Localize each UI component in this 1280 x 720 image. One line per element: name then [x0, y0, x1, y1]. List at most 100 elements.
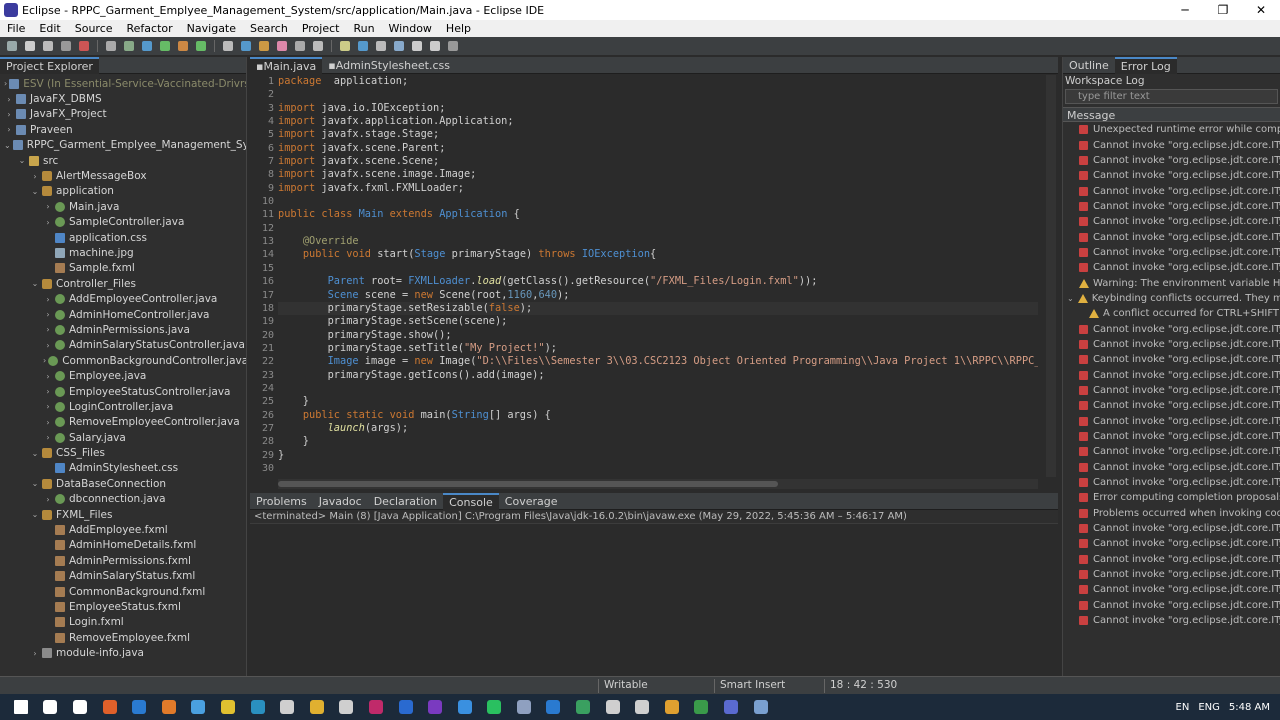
tree-item[interactable]: ⌄ Controller_Files [0, 276, 246, 291]
log-entry[interactable]: Cannot invoke "org.eclipse.jdt.core.ITyp [1063, 414, 1280, 429]
tree-item[interactable]: ⌄ DataBaseConnection [0, 476, 246, 491]
expand-arrow-icon[interactable]: › [43, 402, 53, 411]
code-line[interactable] [278, 88, 1038, 101]
log-entry[interactable]: Cannot invoke "org.eclipse.jdt.core.ITyp [1063, 153, 1280, 168]
whatsapp-icon[interactable] [487, 700, 502, 714]
menu-project[interactable]: Project [295, 22, 347, 35]
code-line[interactable]: public void start(Stage primaryStage) th… [278, 248, 1038, 261]
expand-arrow-icon[interactable]: › [43, 433, 53, 442]
code-line[interactable]: import javafx.scene.image.Image; [278, 168, 1038, 181]
toolbar-button-icon[interactable] [376, 41, 386, 51]
menu-search[interactable]: Search [243, 22, 295, 35]
collapse-arrow-icon[interactable]: ⌄ [17, 156, 27, 165]
message-column-header[interactable]: Message [1063, 107, 1280, 122]
code-line[interactable] [278, 222, 1038, 235]
log-entry[interactable]: Cannot invoke "org.eclipse.jdt.core.ITyp [1063, 199, 1280, 214]
tree-item[interactable]: › AdminHomeController.java [0, 307, 246, 322]
log-entry[interactable]: Cannot invoke "org.eclipse.jdt.core.ITyp [1063, 429, 1280, 444]
clock[interactable]: 5:48 AM [1229, 702, 1270, 713]
xd-icon[interactable] [368, 700, 383, 714]
search-icon[interactable] [43, 700, 58, 714]
tree-item[interactable]: application.css [0, 230, 246, 245]
code-line[interactable]: launch(args); [278, 422, 1038, 435]
tree-item[interactable]: AdminStylesheet.css [0, 461, 246, 476]
photoshop-icon[interactable] [398, 700, 413, 714]
tree-item[interactable]: › JavaFX_Project [0, 107, 246, 122]
log-entry[interactable]: Cannot invoke "org.eclipse.jdt.core.ITyp [1063, 521, 1280, 536]
code-line[interactable]: primaryStage.setTitle("My Project!"); [278, 342, 1038, 355]
code-line[interactable]: Parent root= FXMLLoader.load(getClass().… [278, 275, 1038, 288]
code-line[interactable]: } [278, 395, 1038, 408]
expand-arrow-icon[interactable]: › [43, 387, 53, 396]
tree-item[interactable]: AdminPermissions.fxml [0, 553, 246, 568]
expand-arrow-icon[interactable]: › [43, 310, 53, 319]
log-entry[interactable]: Unexpected runtime error while compu [1063, 122, 1280, 137]
expand-arrow-icon[interactable]: › [43, 356, 46, 365]
editor-tab[interactable]: ▪ Main.java [250, 56, 323, 74]
tab-project-explorer[interactable]: Project Explorer [0, 56, 99, 74]
toolbar-button-icon[interactable] [142, 41, 152, 51]
log-entry[interactable]: ⌄ Keybinding conflicts occurred. They m [1063, 291, 1280, 306]
collapse-arrow-icon[interactable]: ⌄ [30, 187, 40, 196]
tree-item[interactable]: › CommonBackgroundController.java [0, 353, 246, 368]
log-entry[interactable]: Cannot invoke "org.eclipse.jdt.core.ITyp [1063, 168, 1280, 183]
tab-console[interactable]: Console [443, 492, 499, 510]
collapse-arrow-icon[interactable]: ⌄ [1067, 294, 1074, 303]
brave-icon[interactable] [102, 700, 117, 714]
tree-item[interactable]: machine.jpg [0, 245, 246, 260]
tree-item[interactable]: ⌄ application [0, 184, 246, 199]
log-entry[interactable]: Cannot invoke "org.eclipse.jdt.core.ITyp [1063, 137, 1280, 152]
tree-item[interactable]: Sample.fxml [0, 261, 246, 276]
clock-icon[interactable] [339, 700, 354, 714]
filter-input[interactable]: type filter text [1065, 89, 1278, 104]
close-button[interactable]: ✕ [1242, 3, 1280, 17]
log-entry[interactable]: Cannot invoke "org.eclipse.jdt.core.ITyp [1063, 475, 1280, 490]
eclipse-icon[interactable] [724, 700, 739, 714]
tab-error-log[interactable]: Error Log [1114, 56, 1177, 74]
toolbar-button-icon[interactable] [124, 41, 134, 51]
tab-outline[interactable]: Outline [1063, 57, 1115, 74]
app-icon[interactable] [576, 700, 591, 714]
toolbar-button-icon[interactable] [448, 41, 458, 51]
windows-start-icon[interactable] [13, 700, 28, 714]
tree-item[interactable]: › ESV (In Essential-Service-Vaccinated-Dr… [0, 76, 246, 91]
tree-item[interactable]: › Praveen [0, 122, 246, 137]
toolbar-button-icon[interactable] [295, 41, 305, 51]
code-line[interactable]: import javafx.scene.Scene; [278, 155, 1038, 168]
tree-item[interactable]: › LoginController.java [0, 399, 246, 414]
tree-item[interactable]: AdminHomeDetails.fxml [0, 538, 246, 553]
log-entry[interactable]: Cannot invoke "org.eclipse.jdt.core.ITyp [1063, 552, 1280, 567]
app-icon[interactable] [635, 700, 650, 714]
tree-item[interactable]: › RemoveEmployeeController.java [0, 415, 246, 430]
code-line[interactable]: import javafx.stage.Stage; [278, 128, 1038, 141]
log-entry[interactable]: Cannot invoke "org.eclipse.jdt.core.ITyp [1063, 613, 1280, 628]
tree-item[interactable]: › AdminPermissions.java [0, 322, 246, 337]
collapse-arrow-icon[interactable]: ⌄ [30, 510, 40, 519]
tab-problems[interactable]: Problems [250, 493, 313, 510]
expand-arrow-icon[interactable]: › [43, 372, 53, 381]
collapse-arrow-icon[interactable]: ⌄ [30, 479, 40, 488]
menu-refactor[interactable]: Refactor [120, 22, 180, 35]
camera-icon[interactable] [605, 700, 620, 714]
toolbar-button-icon[interactable] [340, 41, 350, 51]
toolbar-button-icon[interactable] [412, 41, 422, 51]
code-line[interactable]: import javafx.fxml.FXMLLoader; [278, 182, 1038, 195]
log-entry[interactable]: Cannot invoke "org.eclipse.jdt.core.ITyp [1063, 183, 1280, 198]
toolbar-button-icon[interactable] [358, 41, 368, 51]
settings-icon[interactable] [280, 700, 295, 714]
code-line[interactable]: } [278, 449, 1038, 462]
log-entry[interactable]: Cannot invoke "org.eclipse.jdt.core.ITyp [1063, 567, 1280, 582]
log-entry[interactable]: Cannot invoke "org.eclipse.jdt.core.ITyp [1063, 398, 1280, 413]
log-entry[interactable]: Cannot invoke "org.eclipse.jdt.core.ITyp [1063, 337, 1280, 352]
maximize-button[interactable]: ❐ [1204, 3, 1242, 17]
toolbar-button-icon[interactable] [43, 41, 53, 51]
language-indicator[interactable]: EN [1176, 702, 1190, 713]
visual-studio-icon[interactable] [428, 700, 443, 714]
expand-arrow-icon[interactable]: › [43, 341, 53, 350]
code-line[interactable]: } [278, 435, 1038, 448]
toolbar-button-icon[interactable] [241, 41, 251, 51]
expand-arrow-icon[interactable]: › [4, 95, 14, 104]
toolbar-button-icon[interactable] [196, 41, 206, 51]
code-line[interactable]: primaryStage.setScene(scene); [278, 315, 1038, 328]
tree-item[interactable]: ⌄ src [0, 153, 246, 168]
